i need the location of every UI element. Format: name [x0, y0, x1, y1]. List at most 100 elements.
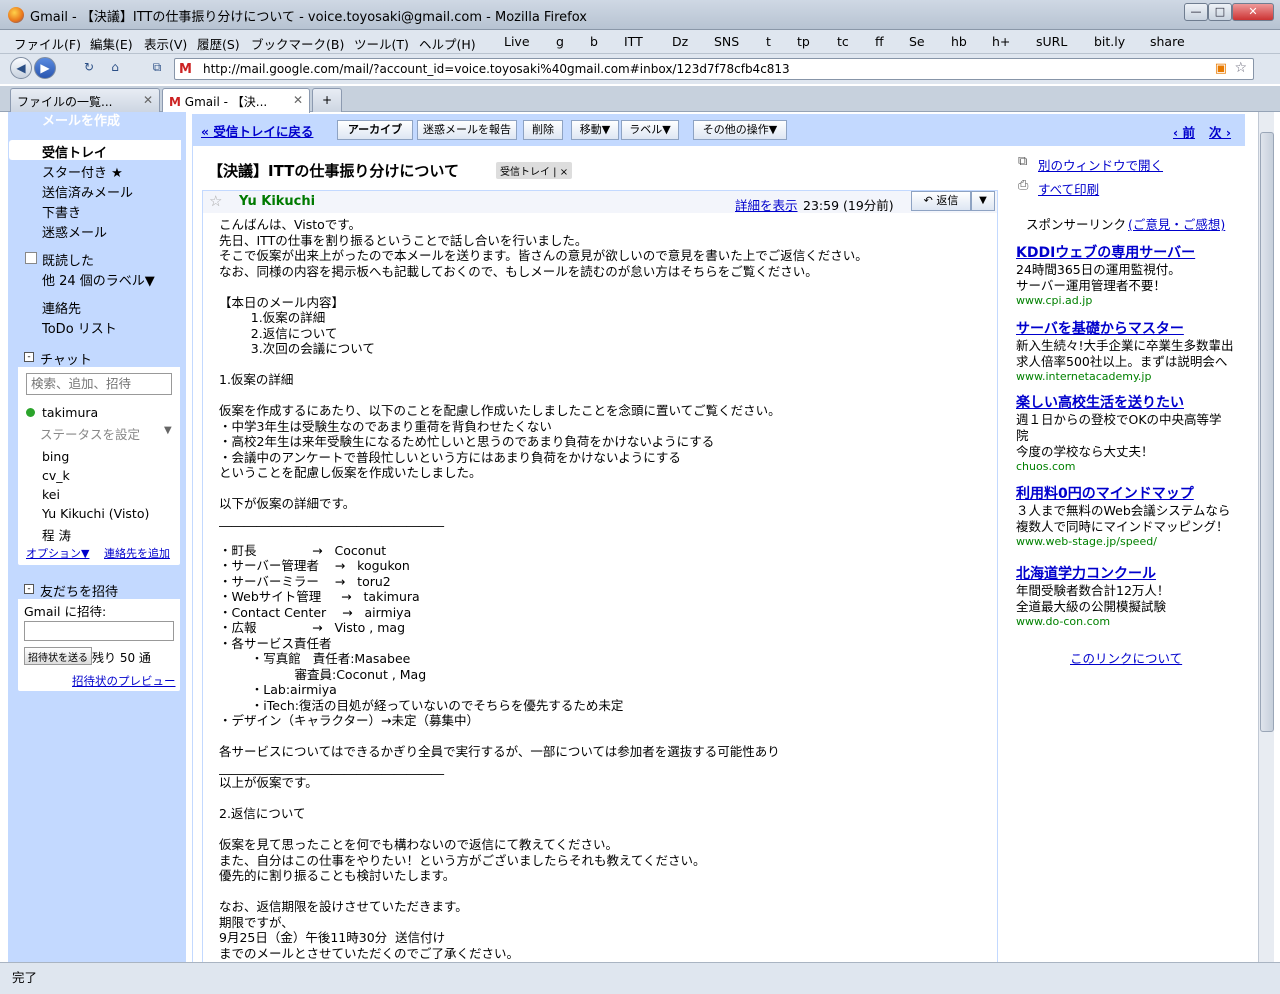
home-icon[interactable]: ⌂: [104, 57, 126, 79]
nav-tasks[interactable]: ToDo リスト: [42, 318, 117, 337]
bookmark-hplus[interactable]: h+: [992, 34, 1010, 49]
ad-title[interactable]: KDDIウェブの専用サーバー: [1016, 242, 1246, 262]
back-to-inbox-link[interactable]: « 受信トレイに戻る: [201, 121, 313, 140]
sender-name[interactable]: Yu Kikuchi: [239, 194, 315, 209]
feedback-link[interactable]: (ご意見・ご感想): [1128, 214, 1225, 233]
more-labels[interactable]: 他 24 個のラベル▼: [42, 270, 155, 289]
maximize-button[interactable]: □: [1208, 3, 1232, 21]
nav-sent[interactable]: 送信済みメール: [42, 182, 133, 201]
reply-button[interactable]: ↶ 返信: [911, 191, 971, 211]
next-message-link[interactable]: 次 ›: [1209, 122, 1231, 141]
bookmark-tc[interactable]: tc: [837, 34, 849, 49]
chat-search-input[interactable]: [26, 373, 172, 395]
bookmark-share[interactable]: share: [1150, 34, 1185, 49]
nav-inbox[interactable]: 受信トレイ: [42, 142, 107, 161]
report-spam-button[interactable]: 迷惑メールを報告: [417, 120, 517, 140]
bookmark-ff[interactable]: ff: [875, 34, 884, 49]
menu-edit[interactable]: 編集(E): [90, 34, 133, 53]
invite-header[interactable]: - 友だちを招待: [18, 579, 180, 600]
send-invite-button[interactable]: 招待状を送る: [24, 647, 92, 665]
bookmark-g[interactable]: g: [556, 34, 564, 49]
chat-contact[interactable]: kei: [42, 487, 60, 502]
bookmark-page-icon[interactable]: ⧉: [146, 57, 168, 79]
bookmark-itt[interactable]: ITT: [624, 34, 643, 49]
ad-url[interactable]: www.cpi.ad.jp: [1016, 294, 1246, 307]
close-icon[interactable]: ✕: [293, 93, 303, 107]
new-tab-button[interactable]: +: [312, 88, 342, 112]
bookmark-t[interactable]: t: [766, 34, 771, 49]
chevron-down-icon[interactable]: ▼: [164, 425, 172, 436]
menu-help[interactable]: ヘルプ(H): [419, 34, 476, 53]
sponsored-ad[interactable]: サーバを基礎からマスター 新入生続々!大手企業に卒業生多数輩出 求人倍率500社…: [1016, 318, 1246, 383]
inbox-label-badge[interactable]: 受信トレイ | ×: [496, 162, 573, 179]
chat-header[interactable]: - チャット: [18, 347, 180, 368]
bookmark-b[interactable]: b: [590, 34, 598, 49]
sponsored-ad[interactable]: 利用料0円のマインドマップ ３人まで無料のWeb会議システムなら 複数人で同時に…: [1016, 483, 1246, 548]
sponsored-ad[interactable]: 北海道学力コンクール 年間受験者数合計12万人！ 全道最大級の公開模擬試験 ww…: [1016, 563, 1246, 628]
bookmark-live[interactable]: Live: [504, 34, 530, 49]
archive-button[interactable]: アーカイブ: [337, 120, 413, 140]
label-read[interactable]: 既読した: [42, 250, 94, 269]
ad-title[interactable]: サーバを基礎からマスター: [1016, 318, 1246, 338]
sponsored-ad[interactable]: KDDIウェブの専用サーバー 24時間365日の運用監視付。 サーバー運用管理者…: [1016, 242, 1246, 307]
about-links-link[interactable]: このリンクについて: [1070, 648, 1182, 667]
more-actions-button[interactable]: その他の操作▼: [693, 120, 787, 140]
print-icon[interactable]: ⎙: [1018, 178, 1028, 193]
invite-preview-link[interactable]: 招待状のプレビュー: [72, 673, 176, 689]
compose-link[interactable]: メールを作成: [42, 110, 120, 129]
chat-contact[interactable]: bing: [42, 449, 69, 464]
menu-tools[interactable]: ツール(T): [354, 34, 409, 53]
ad-url[interactable]: chuos.com: [1016, 460, 1246, 473]
page-scrollbar[interactable]: [1258, 112, 1274, 962]
menu-file[interactable]: ファイル(F): [14, 34, 81, 53]
bookmark-hb[interactable]: hb: [951, 34, 967, 49]
show-details-link[interactable]: 詳細を表示: [735, 195, 798, 214]
collapse-icon[interactable]: -: [24, 352, 34, 362]
collapse-icon[interactable]: -: [24, 584, 34, 594]
rss-icon[interactable]: ▣: [1215, 61, 1227, 76]
ad-url[interactable]: www.web-stage.jp/speed/: [1016, 535, 1246, 548]
close-button[interactable]: ✕: [1232, 3, 1274, 21]
bookmark-se[interactable]: Se: [909, 34, 925, 49]
invite-email-input[interactable]: [24, 621, 174, 641]
minimize-button[interactable]: —: [1184, 3, 1208, 21]
star-icon[interactable]: ☆: [209, 192, 222, 210]
menu-view[interactable]: 表示(V): [144, 34, 187, 53]
chat-contact[interactable]: Yu Kikuchi (Visto): [42, 506, 149, 521]
prev-message-link[interactable]: ‹ 前: [1173, 122, 1195, 141]
print-all-link[interactable]: すべて印刷: [1038, 179, 1099, 198]
delete-button[interactable]: 削除: [523, 120, 563, 140]
nav-contacts[interactable]: 連絡先: [42, 298, 81, 317]
bookmark-sns[interactable]: SNS: [714, 34, 739, 49]
ad-url[interactable]: www.internetacademy.jp: [1016, 370, 1246, 383]
reload-icon[interactable]: ↻: [78, 57, 100, 79]
nav-starred[interactable]: スター付き ★: [42, 162, 123, 181]
close-icon[interactable]: ✕: [143, 93, 153, 107]
forward-arrow-icon[interactable]: ▶: [34, 57, 56, 79]
chat-options-link[interactable]: オプション▼: [26, 545, 89, 561]
bookmark-dz[interactable]: Dz: [672, 34, 688, 49]
chat-contact[interactable]: cv_k: [42, 468, 70, 483]
bookmark-tp[interactable]: tp: [797, 34, 810, 49]
labels-button[interactable]: ラベル▼: [621, 120, 679, 140]
ad-title[interactable]: 利用料0円のマインドマップ: [1016, 483, 1246, 503]
bookmark-bitly[interactable]: bit.ly: [1094, 34, 1125, 49]
url-bar[interactable]: M http://mail.google.com/mail/?account_i…: [174, 58, 1254, 80]
star-bookmark-icon[interactable]: ☆: [1234, 60, 1247, 76]
ad-url[interactable]: www.do-con.com: [1016, 615, 1246, 628]
scrollbar-thumb[interactable]: [1260, 132, 1274, 732]
open-new-window-link[interactable]: 別のウィンドウで開く: [1038, 155, 1163, 174]
nav-spam[interactable]: 迷惑メール: [42, 222, 107, 241]
move-to-button[interactable]: 移動▼: [571, 120, 619, 140]
menu-history[interactable]: 履歴(S): [197, 34, 240, 53]
ad-title[interactable]: 楽しい高校生活を送りたい: [1016, 392, 1246, 412]
tab-gmail[interactable]: M Gmail - 【決... ✕: [162, 88, 310, 113]
chat-status-select[interactable]: ステータスを設定: [40, 424, 140, 443]
add-contact-link[interactable]: 連絡先を追加: [104, 545, 170, 561]
tab-files[interactable]: ファイルの一覧... ✕: [10, 88, 160, 112]
back-arrow-icon[interactable]: ◀: [10, 57, 32, 79]
ad-title[interactable]: 北海道学力コンクール: [1016, 563, 1246, 583]
chat-contact[interactable]: 程 涛: [42, 525, 71, 544]
sponsored-ad[interactable]: 楽しい高校生活を送りたい 週１日からの登校でOKの中央高等学 院 今度の学校なら…: [1016, 392, 1246, 473]
menu-bookmarks[interactable]: ブックマーク(B): [251, 34, 344, 53]
